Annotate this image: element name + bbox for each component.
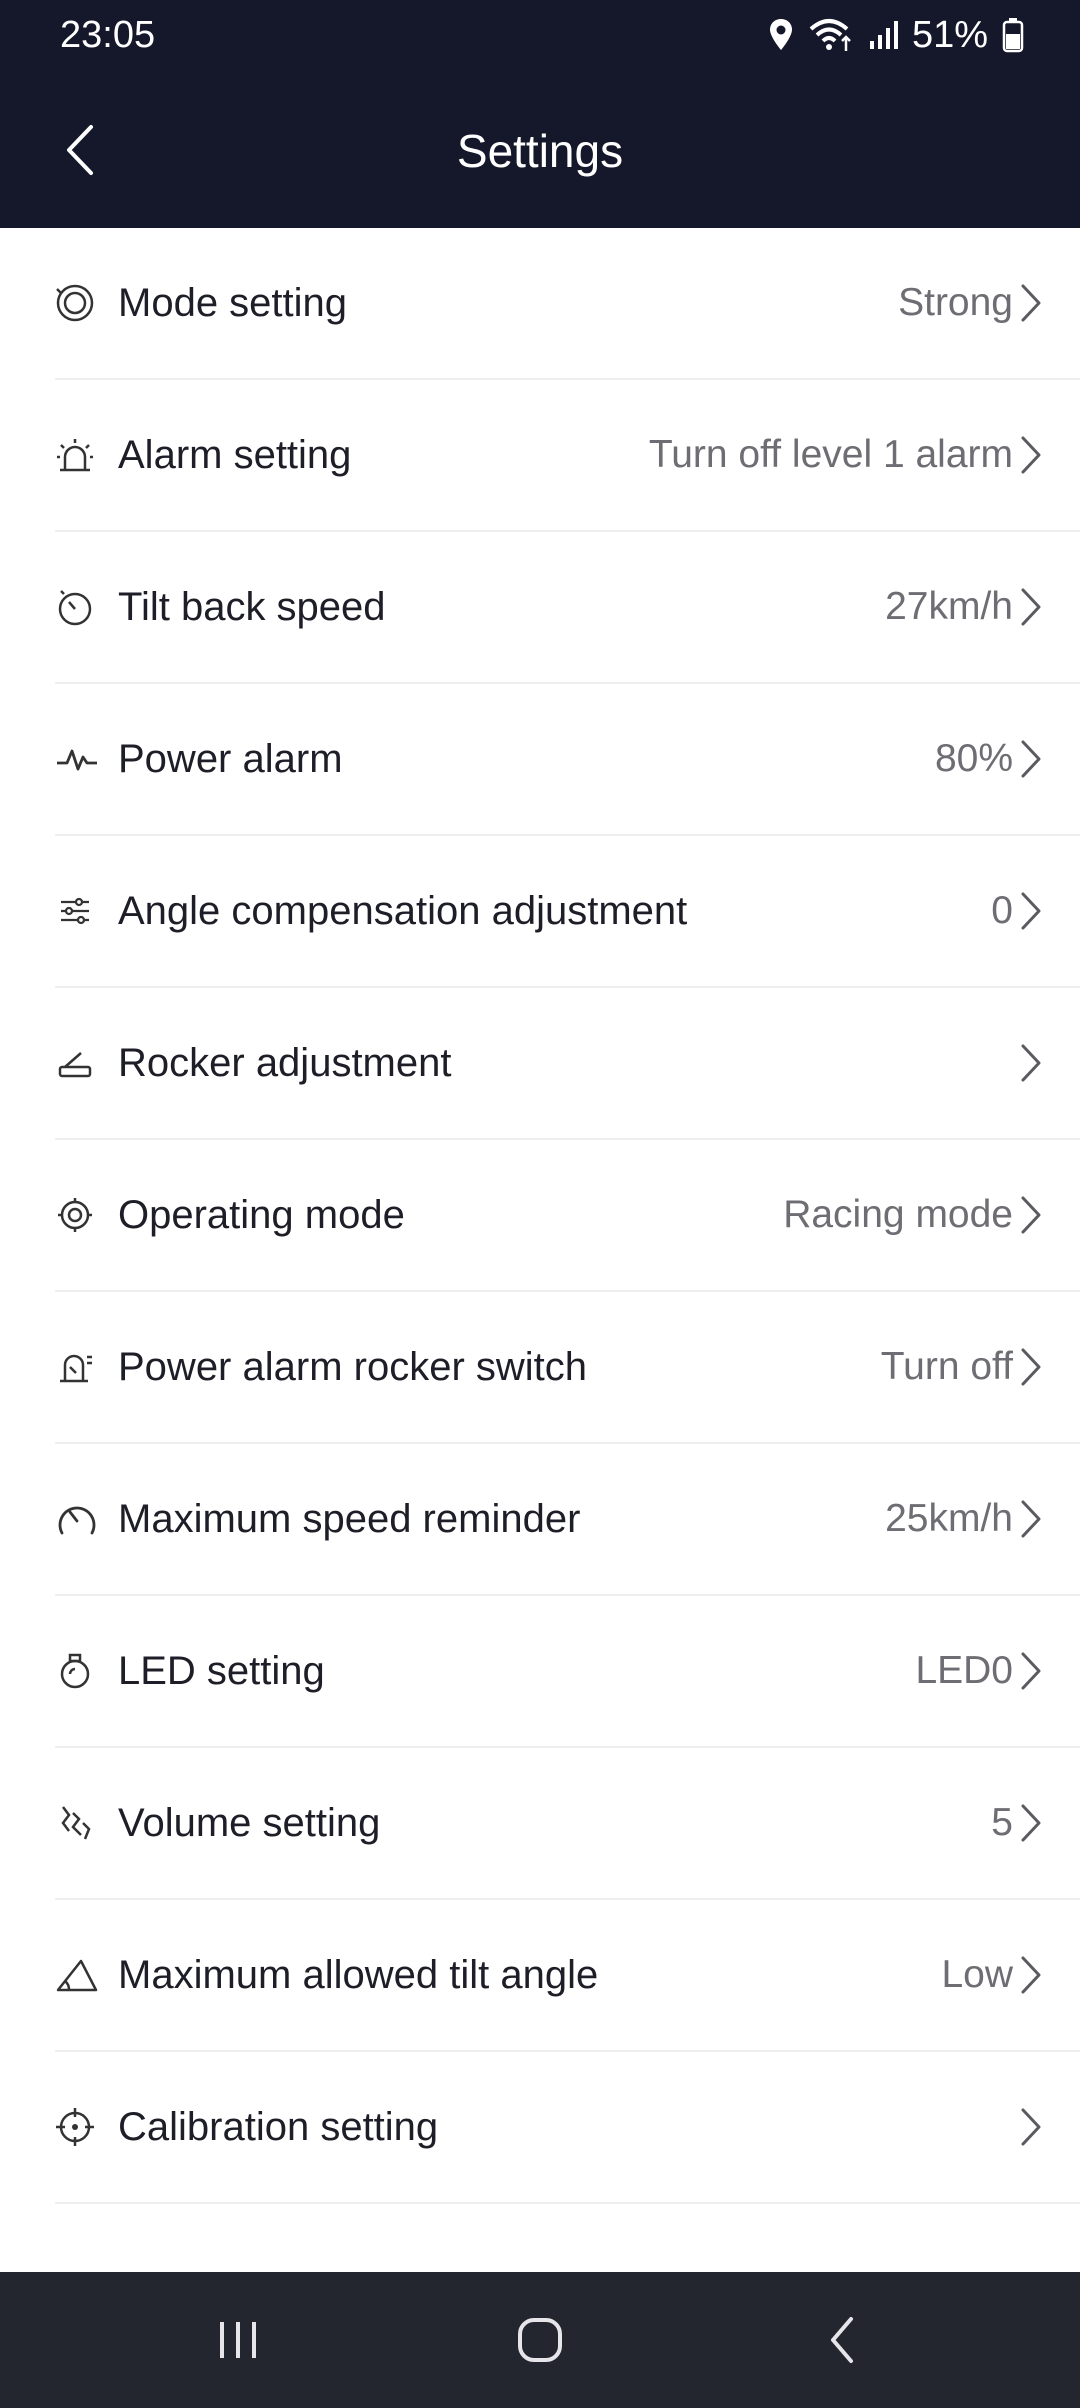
crosshair-icon <box>55 2052 99 2202</box>
sliders-icon <box>55 836 99 986</box>
timer-icon <box>55 532 99 682</box>
setting-row-operating-mode[interactable]: Operating mode Racing mode <box>55 1140 1080 1292</box>
signal-icon <box>868 19 898 51</box>
chevron-right-icon <box>1012 1140 1042 1290</box>
setting-label: Volume setting <box>118 1801 381 1845</box>
battery-percent: 51% <box>911 14 988 56</box>
chevron-right-icon <box>1012 684 1042 834</box>
chevron-right-icon <box>1012 228 1042 378</box>
setting-row-power-alarm-rocker-switch[interactable]: Power alarm rocker switch Turn off <box>55 1292 1080 1444</box>
home-button[interactable] <box>480 2272 600 2408</box>
setting-row-maximum-speed-reminder[interactable]: Maximum speed reminder 25km/h <box>55 1444 1080 1596</box>
location-icon <box>768 18 794 52</box>
setting-row-power-alarm[interactable]: Power alarm 80% <box>55 684 1080 836</box>
alarm-switch-icon <box>55 1292 99 1442</box>
recent-apps-icon <box>220 2322 256 2358</box>
setting-label: Angle compensation adjustment <box>118 889 688 933</box>
chevron-right-icon <box>1012 1444 1042 1594</box>
setting-value: Low <box>941 1953 1013 1996</box>
setting-value: 27km/h <box>885 585 1013 628</box>
setting-label: Mode setting <box>118 281 348 325</box>
speedometer-icon <box>55 1444 99 1594</box>
setting-value: Strong <box>898 281 1013 324</box>
app-header: 23:05 51% Settings <box>0 0 1080 228</box>
setting-row-led[interactable]: LED setting LED0 <box>55 1596 1080 1748</box>
bulb-icon <box>55 1596 99 1746</box>
rocker-icon <box>55 988 99 1138</box>
setting-label: Power alarm <box>118 737 343 781</box>
setting-row-mode[interactable]: Mode setting Strong <box>55 228 1080 380</box>
battery-icon <box>1002 17 1024 53</box>
pulse-icon <box>55 684 99 834</box>
setting-value: Turn off level 1 alarm <box>648 433 1013 476</box>
setting-value: 80% <box>934 737 1013 780</box>
status-icons: 51% <box>768 10 1024 60</box>
setting-row-calibration[interactable]: Calibration setting <box>55 2052 1080 2204</box>
setting-label: Tilt back speed <box>118 585 386 629</box>
page-title: Settings <box>456 125 624 177</box>
system-nav-bar <box>0 2272 1080 2408</box>
setting-value: LED0 <box>915 1649 1013 1692</box>
recent-apps-button[interactable] <box>178 2272 298 2408</box>
setting-label: Maximum allowed tilt angle <box>118 1953 599 1997</box>
chevron-right-icon <box>1012 1292 1042 1442</box>
setting-row-rocker-adjustment[interactable]: Rocker adjustment <box>55 988 1080 1140</box>
setting-label: Power alarm rocker switch <box>118 1345 588 1389</box>
settings-list: Mode setting Strong Alarm setting Turn o… <box>0 228 1080 2204</box>
chevron-right-icon <box>1012 1748 1042 1898</box>
chevron-right-icon <box>1012 836 1042 986</box>
mode-icon <box>55 228 99 378</box>
back-icon <box>831 2317 853 2363</box>
setting-row-alarm[interactable]: Alarm setting Turn off level 1 alarm <box>55 380 1080 532</box>
status-time: 23:05 <box>60 14 156 56</box>
home-icon <box>518 2318 562 2362</box>
chevron-right-icon <box>1012 532 1042 682</box>
volume-icon <box>55 1748 99 1898</box>
setting-label: Alarm setting <box>118 433 352 477</box>
chevron-right-icon <box>1012 1900 1042 2050</box>
chevron-right-icon <box>1012 1596 1042 1746</box>
setting-label: Rocker adjustment <box>118 1041 452 1085</box>
setting-label: Maximum speed reminder <box>118 1497 581 1541</box>
setting-label: Operating mode <box>118 1193 405 1237</box>
setting-value: 0 <box>991 889 1013 932</box>
chevron-right-icon <box>1012 2052 1042 2202</box>
setting-value: Turn off <box>880 1345 1013 1388</box>
system-back-button[interactable] <box>782 2272 902 2408</box>
operating-mode-icon <box>55 1140 99 1290</box>
setting-value: 5 <box>991 1801 1013 1844</box>
chevron-right-icon <box>1012 380 1042 530</box>
setting-row-tilt-back-speed[interactable]: Tilt back speed 27km/h <box>55 532 1080 684</box>
setting-label: LED setting <box>118 1649 325 1693</box>
setting-row-angle-compensation[interactable]: Angle compensation adjustment 0 <box>55 836 1080 988</box>
chevron-right-icon <box>1012 988 1042 1138</box>
alarm-icon <box>55 380 99 530</box>
setting-value: Racing mode <box>783 1193 1013 1236</box>
setting-value: 25km/h <box>885 1497 1013 1540</box>
setting-row-maximum-tilt-angle[interactable]: Maximum allowed tilt angle Low <box>55 1900 1080 2052</box>
angle-icon <box>55 1900 99 2050</box>
wifi-icon <box>808 17 854 53</box>
setting-row-volume[interactable]: Volume setting 5 <box>55 1748 1080 1900</box>
setting-label: Calibration setting <box>118 2105 439 2149</box>
